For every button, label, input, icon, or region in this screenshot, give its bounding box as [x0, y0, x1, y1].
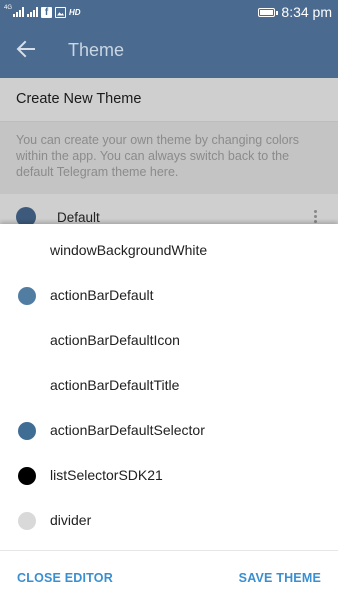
create-new-theme-row[interactable]: Create New Theme	[0, 78, 338, 122]
clock: 8:34 pm	[281, 4, 332, 20]
color-list-item[interactable]: divider	[0, 498, 338, 543]
color-key-label: divider	[50, 512, 92, 528]
battery-icon	[258, 7, 279, 17]
color-list-item[interactable]: actionBarDefaultSelector	[0, 408, 338, 453]
create-new-theme-label: Create New Theme	[16, 91, 142, 107]
color-swatch	[18, 377, 36, 395]
theme-row-default[interactable]: Default	[0, 194, 338, 227]
info-section: You can create your own theme by changin…	[0, 122, 338, 194]
info-text: You can create your own theme by changin…	[16, 133, 300, 179]
theme-editor-sheet: windowBackgroundWhite actionBarDefault act…	[0, 224, 338, 600]
color-swatch	[18, 332, 36, 350]
color-swatch	[18, 422, 36, 440]
color-list-item[interactable]: windowBackgroundWhite	[0, 228, 338, 273]
divider-line	[0, 550, 338, 551]
color-swatch	[18, 467, 36, 485]
theme-name: Default	[57, 210, 100, 225]
color-key-label: listSelectorSDK21	[50, 467, 163, 483]
save-theme-button[interactable]: SAVE THEME	[239, 571, 321, 585]
color-swatch	[18, 242, 36, 260]
status-bar-right: 8:34 pm	[258, 3, 332, 21]
color-key-label: actionBarDefault	[50, 287, 154, 303]
page-title: Theme	[68, 40, 125, 60]
status-bar: 4G f HD 8:34 pm	[0, 0, 338, 24]
facebook-icon: f	[41, 6, 53, 18]
arrow-left-icon[interactable]	[16, 39, 36, 59]
image-icon	[55, 6, 67, 18]
close-editor-button[interactable]: CLOSE EDITOR	[17, 571, 113, 585]
hd-label: HD	[69, 7, 81, 17]
color-swatch	[18, 512, 36, 530]
color-list-item[interactable]: actionBarDefaultIcon	[0, 318, 338, 363]
color-key-label: actionBarDefaultIcon	[50, 332, 180, 348]
signal-icon	[27, 7, 39, 17]
signal-icon	[13, 7, 25, 17]
color-list-item[interactable]: listSelectorSDK21	[0, 453, 338, 498]
color-key-label: actionBarDefaultSelector	[50, 422, 205, 438]
status-bar-left: 4G f HD	[4, 3, 81, 21]
color-key-label: windowBackgroundWhite	[50, 242, 208, 258]
action-bar: Theme	[0, 24, 338, 78]
color-swatch	[18, 287, 36, 305]
more-options-icon[interactable]	[314, 210, 318, 225]
color-list-item[interactable]: actionBarDefault	[0, 273, 338, 318]
color-key-label: actionBarDefaultTitle	[50, 377, 180, 393]
color-list-item[interactable]: actionBarDefaultTitle	[0, 363, 338, 408]
network-type-label: 4G	[4, 5, 13, 11]
